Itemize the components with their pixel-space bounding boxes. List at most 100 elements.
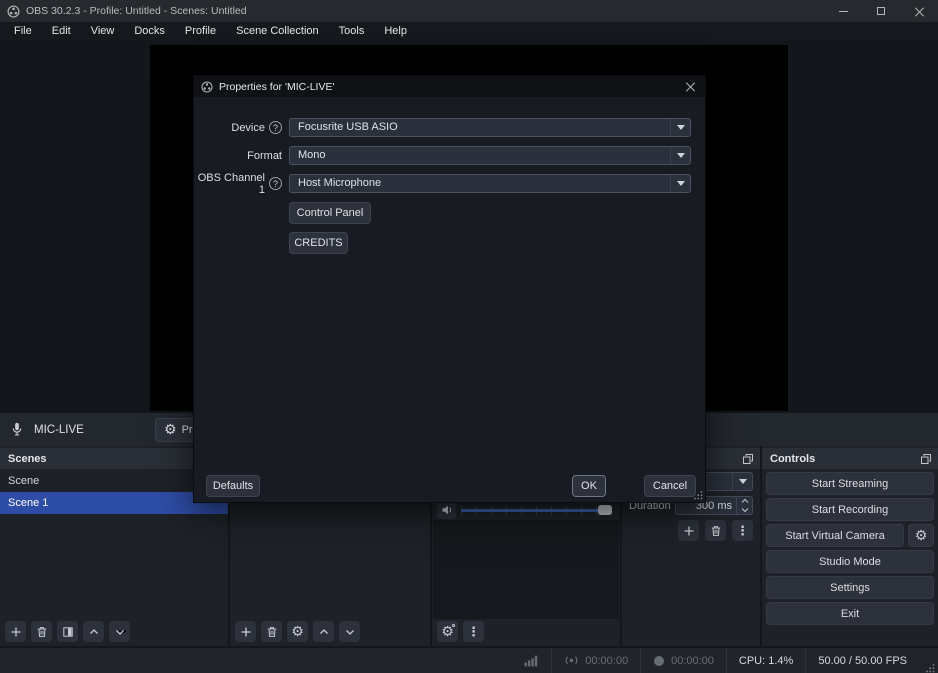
mixer-toolbar — [437, 621, 484, 642]
ok-button[interactable]: OK — [572, 475, 606, 497]
transitions-menu-button[interactable] — [732, 520, 753, 541]
controls-header: Controls — [762, 448, 938, 469]
credits-button[interactable]: CREDITS — [289, 232, 348, 254]
combo-arrow-zone — [670, 147, 690, 164]
caret-down-icon — [677, 153, 685, 158]
start-recording-button[interactable]: Start Recording — [766, 498, 934, 521]
record-time: 00:00:00 — [671, 655, 714, 667]
cpu-value: CPU: 1.4% — [739, 655, 793, 667]
maximize-button[interactable] — [862, 0, 900, 22]
microphone-icon — [10, 422, 24, 437]
record-timer: 00:00:00 — [641, 648, 726, 673]
stream-timer: 00:00:00 — [552, 648, 640, 673]
menu-docks[interactable]: Docks — [124, 22, 175, 40]
remove-transition-button[interactable] — [705, 520, 726, 541]
virtual-camera-settings-button[interactable] — [908, 524, 934, 547]
transitions-toolbar — [678, 520, 753, 541]
controls-dock: Controls Start Streaming Start Recording… — [762, 446, 938, 646]
format-select[interactable]: Mono — [289, 146, 691, 165]
format-value: Mono — [298, 149, 326, 161]
obs-main-window: OBS 30.2.3 - Profile: Untitled - Scenes:… — [0, 0, 938, 673]
source-properties-toolbar-button[interactable] — [287, 621, 308, 642]
mixer-menu-button[interactable] — [463, 621, 484, 642]
menu-file[interactable]: File — [4, 22, 42, 40]
volume-slider-track — [461, 509, 608, 512]
window-resize-grip[interactable] — [919, 663, 938, 673]
move-source-down-button[interactable] — [339, 621, 360, 642]
dock-float-icon[interactable] — [742, 453, 754, 465]
gear-icon — [164, 423, 177, 437]
obs-channel-select[interactable]: Host Microphone — [289, 174, 691, 193]
volume-slider-handle[interactable] — [598, 505, 612, 515]
device-select[interactable]: Focusrite USB ASIO — [289, 118, 691, 137]
stream-time: 00:00:00 — [585, 655, 628, 667]
obs-logo-icon — [7, 5, 20, 18]
record-circle-icon — [653, 655, 665, 667]
fps-counter: 50.00 / 50.00 FPS — [806, 648, 919, 673]
close-button[interactable] — [900, 0, 938, 22]
combo-arrow-zone — [732, 473, 752, 490]
menu-help[interactable]: Help — [374, 22, 417, 40]
menu-bar: File Edit View Docks Profile Scene Colle… — [0, 22, 938, 40]
obs-logo-icon — [201, 81, 213, 93]
mute-toggle-button[interactable] — [437, 501, 456, 519]
remove-scene-button[interactable] — [31, 621, 52, 642]
chevron-up-icon — [88, 626, 100, 638]
add-source-button[interactable] — [235, 621, 256, 642]
maximize-icon — [877, 7, 885, 15]
defaults-button[interactable]: Defaults — [206, 475, 260, 497]
volume-slider[interactable] — [461, 503, 612, 517]
move-scene-down-button[interactable] — [109, 621, 130, 642]
exit-button[interactable]: Exit — [766, 602, 934, 625]
start-virtual-camera-button[interactable]: Start Virtual Camera — [766, 524, 904, 547]
gear-dot-icon — [452, 624, 455, 627]
scenes-header-label: Scenes — [8, 453, 47, 465]
settings-button[interactable]: Settings — [766, 576, 934, 599]
help-icon[interactable] — [269, 121, 282, 134]
menu-scene-collection[interactable]: Scene Collection — [226, 22, 329, 40]
signal-bars-icon — [524, 654, 539, 667]
controls-header-label: Controls — [770, 453, 815, 465]
menu-view[interactable]: View — [81, 22, 125, 40]
mixer-volume-row — [437, 500, 612, 520]
chevron-up-icon — [741, 498, 749, 504]
cancel-button[interactable]: Cancel — [644, 475, 696, 497]
dialog-title: Properties for 'MIC-LIVE' — [219, 81, 334, 93]
add-transition-button[interactable] — [678, 520, 699, 541]
combo-arrow-zone — [670, 119, 690, 136]
caret-down-icon — [739, 479, 747, 484]
resize-grip-icon — [925, 663, 935, 673]
dialog-titlebar[interactable]: Properties for 'MIC-LIVE' — [194, 76, 705, 97]
control-panel-button[interactable]: Control Panel — [289, 202, 371, 224]
dialog-close-button[interactable] — [675, 76, 705, 97]
menu-tools[interactable]: Tools — [329, 22, 375, 40]
move-scene-up-button[interactable] — [83, 621, 104, 642]
device-label: Device — [231, 122, 265, 134]
properties-dialog: Properties for 'MIC-LIVE' Device Focusri… — [193, 75, 706, 503]
remove-source-button[interactable] — [261, 621, 282, 642]
move-source-up-button[interactable] — [313, 621, 334, 642]
status-bar: 00:00:00 00:00:00 CPU: 1.4% 50.00 / 50.0… — [0, 648, 938, 673]
trash-icon — [266, 626, 278, 638]
window-title: OBS 30.2.3 - Profile: Untitled - Scenes:… — [26, 5, 247, 17]
duration-decrease-button[interactable] — [737, 506, 752, 515]
studio-mode-button[interactable]: Studio Mode — [766, 550, 934, 573]
network-status — [512, 648, 551, 673]
format-label: Format — [247, 150, 282, 162]
kebab-menu-icon — [736, 524, 749, 538]
help-icon[interactable] — [269, 177, 282, 190]
fps-value: 50.00 / 50.00 FPS — [818, 655, 907, 667]
start-streaming-button[interactable]: Start Streaming — [766, 472, 934, 495]
minimize-button[interactable] — [824, 0, 862, 22]
duration-spin-buttons — [736, 497, 752, 514]
scenes-toolbar — [5, 621, 130, 642]
scene-filters-button[interactable] — [57, 621, 78, 642]
dialog-resize-grip[interactable] — [693, 490, 703, 500]
dock-float-icon[interactable] — [920, 453, 932, 465]
speaker-icon — [441, 504, 453, 516]
menu-profile[interactable]: Profile — [175, 22, 226, 40]
advanced-audio-properties-button[interactable] — [437, 621, 458, 642]
duration-increase-button[interactable] — [737, 497, 752, 506]
menu-edit[interactable]: Edit — [42, 22, 81, 40]
add-scene-button[interactable] — [5, 621, 26, 642]
